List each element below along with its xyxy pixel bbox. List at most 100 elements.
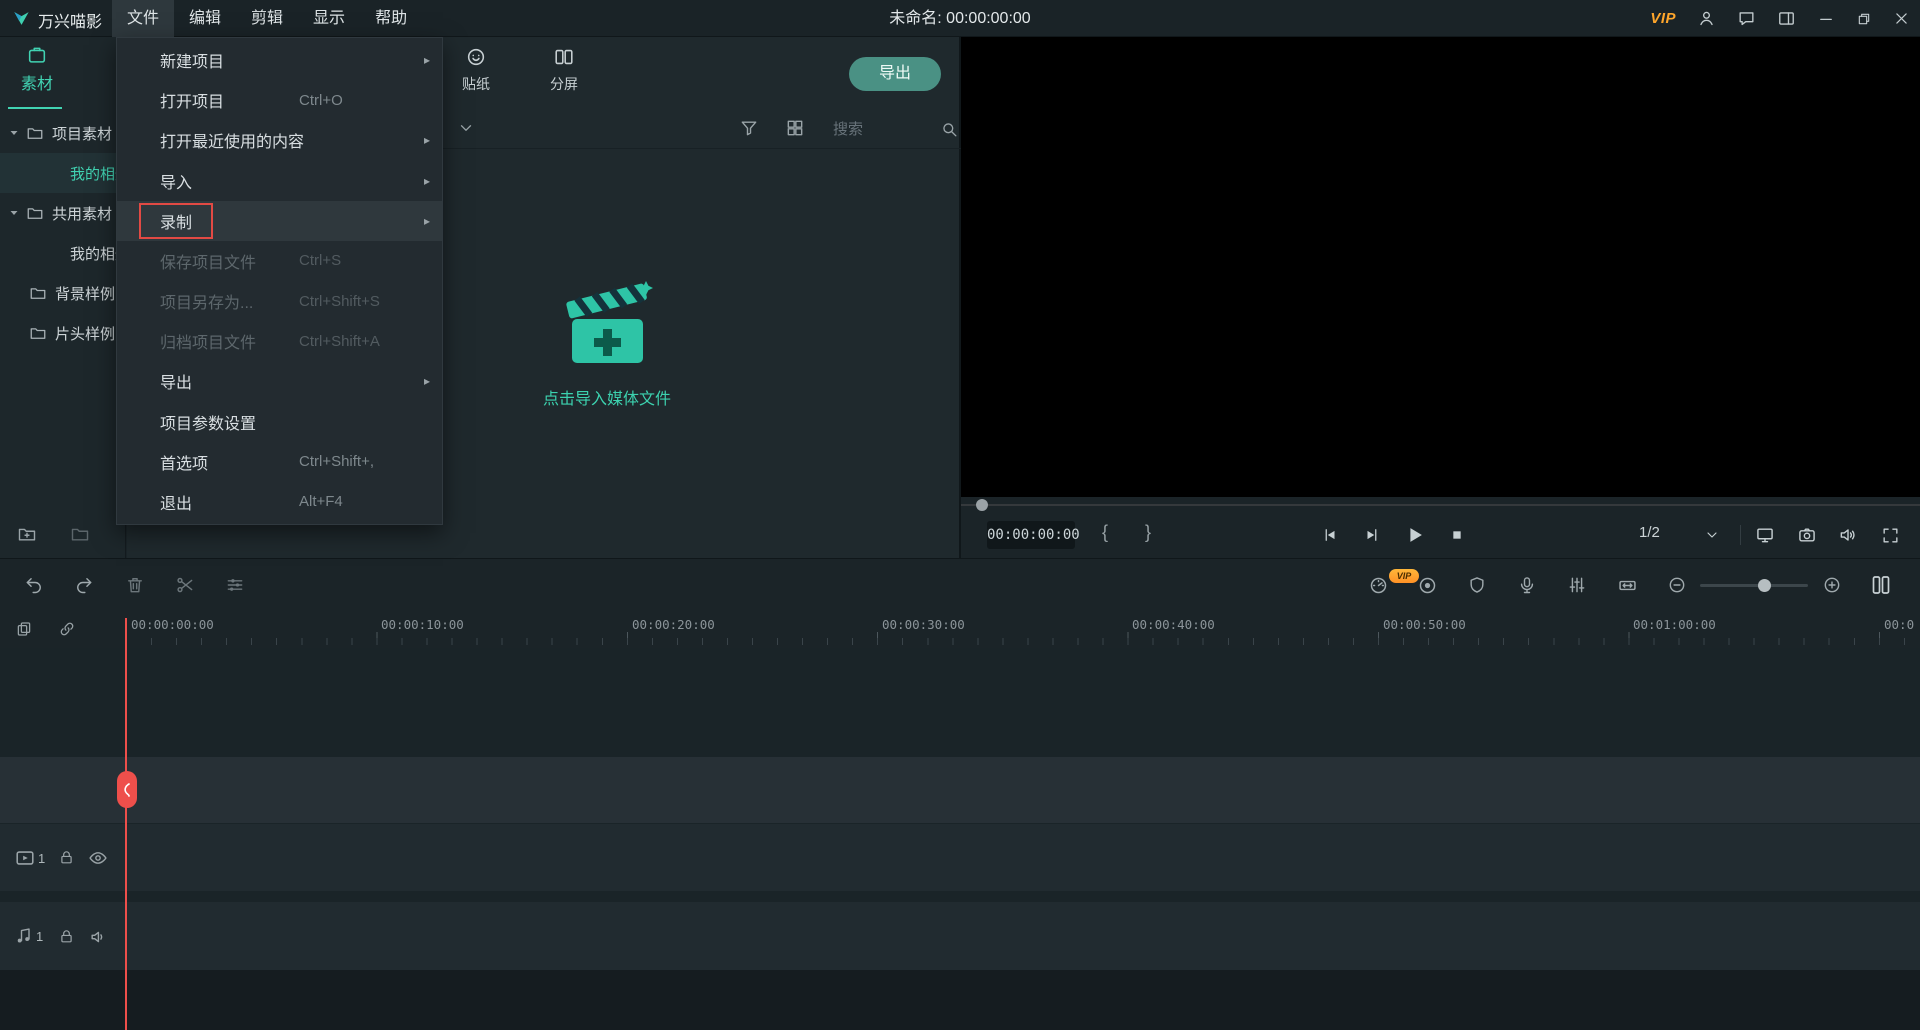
- quality-dropdown[interactable]: 1/2: [1639, 524, 1660, 541]
- lock-icon[interactable]: [58, 928, 75, 945]
- preview-seekbar[interactable]: [961, 497, 1920, 512]
- playhead-handle[interactable]: [117, 771, 137, 808]
- minimize-icon[interactable]: [1817, 10, 1835, 28]
- tree-item-intro-samples[interactable]: 片头样例: [0, 313, 126, 353]
- delete-folder-button[interactable]: [70, 524, 90, 544]
- display-device-button[interactable]: [1752, 522, 1778, 548]
- snapshot-button[interactable]: [1794, 522, 1820, 548]
- tree-item-my-album[interactable]: 我的相册: [0, 233, 126, 273]
- search-icon[interactable]: [940, 120, 959, 139]
- menu-edit[interactable]: 编辑: [174, 0, 236, 37]
- menu-item-new-project[interactable]: 新建项目 ▸: [117, 40, 442, 80]
- filter-icon[interactable]: [739, 118, 759, 138]
- menu-item-export[interactable]: 导出 ▸: [117, 361, 442, 401]
- layout-icon[interactable]: [1777, 9, 1796, 28]
- new-folder-button[interactable]: [17, 524, 37, 544]
- fit-timeline-button[interactable]: [1614, 572, 1640, 598]
- tree-item-my-album-selected[interactable]: 我的相册: [0, 153, 126, 193]
- mute-speaker-icon[interactable]: [88, 927, 108, 947]
- zoom-in-button[interactable]: [1819, 572, 1845, 598]
- ruler-label: 00:00:30:00: [882, 617, 965, 632]
- menu-clip[interactable]: 剪辑: [236, 0, 298, 37]
- zoom-slider-handle[interactable]: [1758, 579, 1771, 592]
- monitor-icon: [1755, 525, 1775, 545]
- sticker-icon: [465, 46, 487, 68]
- menu-item-exit[interactable]: 退出 Alt+F4: [117, 482, 442, 522]
- zoom-slider-track[interactable]: [1700, 584, 1808, 587]
- folder-icon: [70, 524, 90, 544]
- mark-out-button[interactable]: }: [1145, 522, 1151, 543]
- minus-circle-icon: [1667, 575, 1687, 595]
- menu-item-label: 打开最近使用的内容: [160, 128, 304, 152]
- fullscreen-button[interactable]: [1877, 522, 1903, 548]
- menu-item-import[interactable]: 导入 ▸: [117, 161, 442, 201]
- chevron-down-icon[interactable]: [457, 119, 475, 137]
- split-screen-tool[interactable]: 分屏: [529, 46, 599, 94]
- search-input[interactable]: [833, 121, 940, 138]
- track-view-toggle[interactable]: [1868, 572, 1894, 598]
- stop-button[interactable]: [1444, 522, 1470, 548]
- previous-frame-button[interactable]: [1317, 522, 1343, 548]
- volume-button[interactable]: [1835, 522, 1861, 548]
- account-icon[interactable]: [1697, 9, 1716, 28]
- menu-item-open-project[interactable]: 打开项目 Ctrl+O: [117, 80, 442, 120]
- submenu-arrow-icon: ▸: [424, 174, 430, 188]
- expander-down-icon[interactable]: [8, 207, 20, 219]
- ruler-label: 00:00:00:00: [131, 617, 214, 632]
- voiceover-button[interactable]: [1514, 572, 1540, 598]
- sticker-tool[interactable]: 贴纸: [441, 46, 511, 94]
- previous-frame-icon: [1321, 526, 1339, 544]
- marker-button[interactable]: [1464, 572, 1490, 598]
- record-circle-icon: [1417, 575, 1438, 596]
- menu-item-open-recent[interactable]: 打开最近使用的内容 ▸: [117, 120, 442, 160]
- playhead-line[interactable]: [125, 618, 127, 1030]
- search-box: [833, 115, 959, 144]
- eye-icon[interactable]: [88, 848, 108, 868]
- menu-file[interactable]: 文件: [112, 0, 174, 37]
- vip-badge[interactable]: VIP: [1650, 10, 1676, 27]
- split-clip-button[interactable]: [172, 572, 198, 598]
- audio-mixer-button[interactable]: [1564, 572, 1590, 598]
- zoom-out-button[interactable]: [1664, 572, 1690, 598]
- undo-icon: [24, 575, 44, 595]
- folder-icon: [26, 124, 44, 142]
- grid-view-icon[interactable]: [785, 118, 805, 138]
- duplicate-icon[interactable]: [15, 620, 33, 638]
- quality-dropdown-arrow[interactable]: [1699, 522, 1725, 548]
- menu-item-project-settings[interactable]: 项目参数设置: [117, 402, 442, 442]
- microphone-icon: [1517, 575, 1537, 595]
- adjust-button[interactable]: [222, 572, 248, 598]
- menu-item-shortcut: Ctrl+Shift+,: [299, 453, 374, 470]
- undo-button[interactable]: [21, 572, 47, 598]
- expander-down-icon[interactable]: [8, 127, 20, 139]
- lock-icon[interactable]: [58, 849, 75, 866]
- restore-icon[interactable]: [1856, 11, 1872, 27]
- close-icon[interactable]: [1893, 10, 1910, 27]
- tab-media[interactable]: 素材: [10, 44, 64, 94]
- audio-track-lane[interactable]: [0, 902, 1920, 970]
- tree-item-shared-media[interactable]: 共用素材: [0, 193, 126, 233]
- link-icon[interactable]: [58, 620, 76, 638]
- tree-item-project-media[interactable]: 项目素材: [0, 113, 126, 153]
- menu-item-preferences[interactable]: 首选项 Ctrl+Shift+,: [117, 442, 442, 482]
- menu-item-record[interactable]: 录制 ▸: [117, 201, 442, 241]
- seekbar-handle[interactable]: [976, 499, 988, 511]
- menu-item-label: 导出: [160, 369, 192, 393]
- next-frame-button[interactable]: [1359, 522, 1385, 548]
- video-track-lane[interactable]: [0, 824, 1920, 891]
- feedback-icon[interactable]: [1737, 9, 1756, 28]
- mark-in-button[interactable]: {: [1102, 522, 1108, 543]
- speed-ramping-button[interactable]: [1365, 572, 1391, 598]
- speed-gauge-icon: [1368, 575, 1389, 596]
- redo-button[interactable]: [71, 572, 97, 598]
- timeline-ruler[interactable]: 00:00:00:00 00:00:10:00 00:00:20:00 00:0…: [0, 610, 1920, 648]
- video-viewport[interactable]: [961, 37, 1920, 497]
- menu-help[interactable]: 帮助: [360, 0, 422, 37]
- delete-button[interactable]: [122, 572, 148, 598]
- overlay-track-lane[interactable]: [0, 757, 1920, 823]
- tree-item-background-samples[interactable]: 背景样例: [0, 273, 126, 313]
- import-media-dropzone[interactable]: 点击导入媒体文件: [507, 275, 707, 435]
- export-button[interactable]: 导出: [849, 57, 941, 91]
- menu-view[interactable]: 显示: [298, 0, 360, 37]
- play-button[interactable]: [1402, 522, 1428, 548]
